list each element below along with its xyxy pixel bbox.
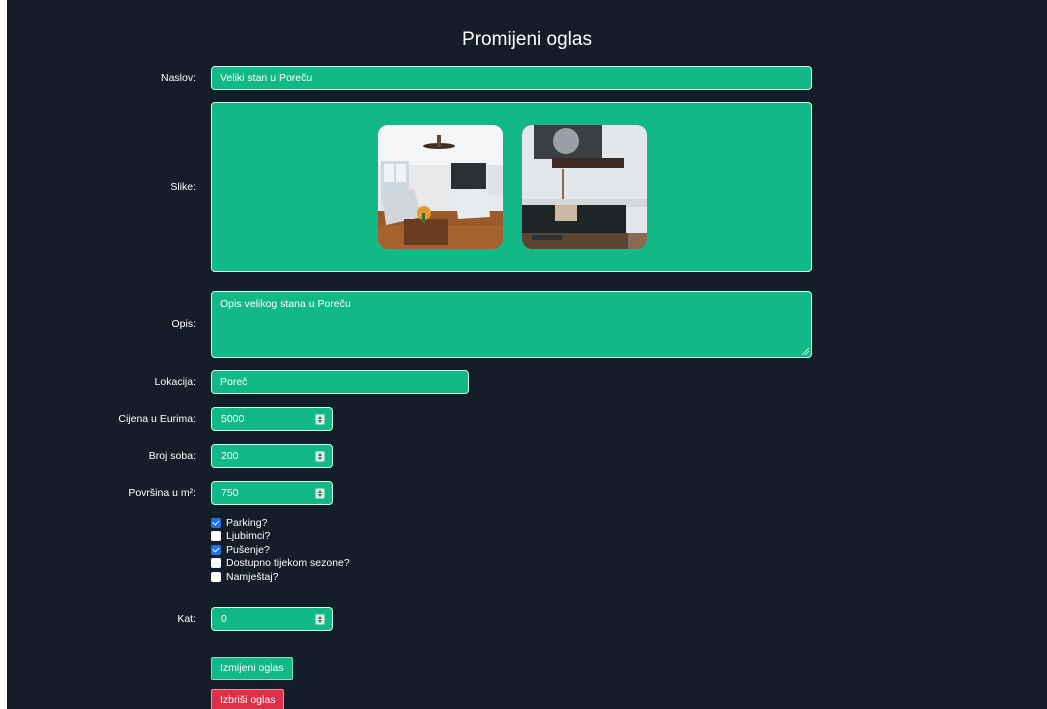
checkbox-label: Pušenje? xyxy=(226,543,270,556)
cijena-input[interactable]: 5000 xyxy=(211,407,333,431)
form-panel: Promijeni oglas Naslov: Slike: xyxy=(7,0,1047,709)
kat-value: 0 xyxy=(221,613,227,625)
povrsina-input[interactable]: 750 xyxy=(211,481,333,505)
lokacija-label: Lokacija: xyxy=(154,376,196,388)
checkbox-unchecked-icon[interactable] xyxy=(211,571,221,582)
edit-listing-button[interactable]: Izmijeni oglas xyxy=(211,657,293,680)
spinner-icon[interactable] xyxy=(315,414,325,425)
spinner-icon[interactable] xyxy=(315,614,325,625)
checkbox-label: Ljubimci? xyxy=(226,530,271,543)
kat-label: Kat: xyxy=(177,613,196,625)
lokacija-input[interactable] xyxy=(211,370,469,394)
options-checkboxes: Parking? Ljubimci? Pušenje? Dostupno tij… xyxy=(211,516,350,584)
naslov-label: Naslov: xyxy=(160,72,196,84)
checkbox-unchecked-icon[interactable] xyxy=(211,558,221,569)
povrsina-label: Površina u m²: xyxy=(128,487,196,499)
page-title: Promijeni oglas xyxy=(462,29,592,50)
broj-soba-input[interactable]: 200 xyxy=(211,444,333,468)
naslov-input[interactable] xyxy=(211,66,812,90)
opis-value: Opis velikog stana u Poreču xyxy=(220,298,351,310)
opis-textarea[interactable]: Opis velikog stana u Poreču xyxy=(211,291,812,358)
checkbox-dostupno[interactable]: Dostupno tijekom sezone? xyxy=(211,557,350,571)
images-box[interactable] xyxy=(211,102,812,272)
checkbox-pusenje[interactable]: Pušenje? xyxy=(211,543,350,557)
cijena-label: Cijena u Eurima: xyxy=(118,413,196,425)
checkbox-unchecked-icon[interactable] xyxy=(211,531,221,542)
checkbox-checked-icon[interactable] xyxy=(211,544,221,555)
checkbox-label: Dostupno tijekom sezone? xyxy=(226,557,350,570)
checkbox-label: Parking? xyxy=(226,516,268,529)
slike-label: Slike: xyxy=(170,181,196,193)
resize-grip-icon[interactable] xyxy=(801,347,809,355)
kat-input[interactable]: 0 xyxy=(211,607,333,631)
lounge-sofa-photo[interactable] xyxy=(522,125,647,249)
broj-soba-value: 200 xyxy=(221,450,239,462)
cijena-value: 5000 xyxy=(221,413,245,425)
opis-label: Opis: xyxy=(171,318,196,330)
spinner-icon[interactable] xyxy=(315,451,325,462)
checkbox-checked-icon[interactable] xyxy=(211,517,221,528)
delete-listing-button[interactable]: Izbriši oglas xyxy=(211,689,285,709)
broj-soba-label: Broj soba: xyxy=(148,450,196,462)
checkbox-namjestaj[interactable]: Namještaj? xyxy=(211,570,350,584)
checkbox-parking[interactable]: Parking? xyxy=(211,516,350,530)
checkbox-label: Namještaj? xyxy=(226,570,279,583)
checkbox-ljubimci[interactable]: Ljubimci? xyxy=(211,530,350,544)
spinner-icon[interactable] xyxy=(315,488,325,499)
living-room-photo[interactable] xyxy=(378,125,503,249)
povrsina-value: 750 xyxy=(221,487,239,499)
